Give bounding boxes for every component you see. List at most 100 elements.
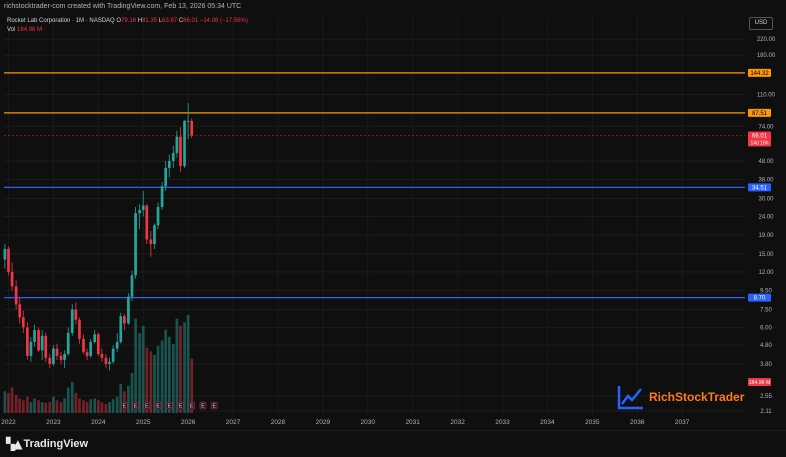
candle-body xyxy=(74,309,78,320)
level-label: 144.32 xyxy=(750,71,769,77)
volume-bar xyxy=(14,394,18,413)
volume-bar xyxy=(82,400,85,413)
volume-bar xyxy=(74,393,78,413)
volume-bar xyxy=(55,400,59,413)
candle-body xyxy=(119,316,123,342)
x-tick-label: 2026 xyxy=(181,419,196,426)
candle-body xyxy=(89,341,93,356)
candle-body xyxy=(153,225,156,245)
volume-bar xyxy=(167,336,171,413)
volume-bar xyxy=(66,387,70,413)
volume-bar xyxy=(183,322,186,413)
y-tick-label: 2.11 xyxy=(760,409,772,415)
y-tick-label: 12.00 xyxy=(758,270,774,276)
y-tick-label: 7.50 xyxy=(760,308,772,314)
y-tick-label: 180.00 xyxy=(757,53,776,59)
y-tick-label: 6.00 xyxy=(760,325,772,331)
y-tick-label: 220.00 xyxy=(757,37,776,43)
symbol-title: Rocket Lab Corporation · 1M · NASDAQ xyxy=(7,18,115,24)
volume-bar xyxy=(179,325,182,413)
candle-body xyxy=(33,330,36,342)
candle-body xyxy=(63,354,66,360)
x-tick-label: 2023 xyxy=(46,419,61,426)
chart-legend: Rocket Lab Corporation · 1M · NASDAQ O79… xyxy=(7,17,248,35)
low-value: 63.87 xyxy=(162,18,178,24)
candle-body xyxy=(7,248,10,272)
candle-body xyxy=(21,317,25,328)
candle-body xyxy=(3,248,7,260)
candle-body xyxy=(111,348,115,362)
watermark-text: RichStockTrader xyxy=(649,390,745,404)
candlestick-chart[interactable]: 2.112.553.804.806.007.509.5012.0015.0019… xyxy=(0,14,786,430)
candle-body xyxy=(44,335,48,358)
volume-bar xyxy=(18,398,22,413)
candle-body xyxy=(179,136,182,167)
candle-body xyxy=(123,316,126,324)
candle-body xyxy=(138,210,141,214)
volume-bar xyxy=(85,402,89,413)
volume-label: Vol xyxy=(7,27,16,33)
candle-body xyxy=(18,304,22,318)
y-tick-label: 74.00 xyxy=(758,124,774,130)
x-tick-label: 2027 xyxy=(226,419,241,426)
volume-bar xyxy=(63,398,66,413)
volume-tag-label: 184.96 M xyxy=(749,380,771,386)
candle-body xyxy=(96,334,100,355)
candle-body xyxy=(14,286,18,305)
chart-credit: richstocktrader-com created with Trading… xyxy=(0,0,786,14)
candle-body xyxy=(141,205,145,211)
candle-body xyxy=(70,309,74,333)
x-tick-label: 2028 xyxy=(271,419,286,426)
chart-area[interactable]: 2.11 2.55 3.80 4.80 6.00 7.50 9.50 12.00 15.00 19… xyxy=(0,14,786,430)
candle-body xyxy=(186,120,190,122)
volume-bar xyxy=(108,402,111,413)
x-tick-label: 2034 xyxy=(540,419,555,426)
tradingview-logo[interactable]: ▚▲ TradingView xyxy=(6,437,88,451)
volume-bar xyxy=(3,391,7,413)
candle-body xyxy=(145,205,149,240)
volume-bar xyxy=(37,400,40,413)
candle-body xyxy=(130,275,134,297)
candle-body xyxy=(167,160,171,168)
volume-bar xyxy=(96,400,100,413)
volume-bar xyxy=(59,402,63,413)
candle-body xyxy=(26,327,29,356)
volume-bar xyxy=(29,402,33,413)
x-tick-label: 2029 xyxy=(316,419,331,426)
level-label: 87.51 xyxy=(752,111,768,117)
volume-bar xyxy=(138,333,141,413)
candle-body xyxy=(175,136,179,154)
footer: ▚▲ TradingView xyxy=(0,430,786,457)
x-tick-label: 2024 xyxy=(91,419,106,426)
volume-bar xyxy=(115,396,119,413)
volume-bar xyxy=(111,399,115,413)
volume-bar xyxy=(127,385,130,413)
x-tick-label: 2035 xyxy=(585,419,600,426)
volume-bar xyxy=(33,398,36,413)
tradingview-brand: TradingView xyxy=(23,438,89,450)
candle-body xyxy=(55,348,59,356)
volume-bar xyxy=(40,402,44,413)
volume-bar xyxy=(186,315,190,413)
y-tick-label: 19.00 xyxy=(758,233,774,239)
open-value: 79.16 xyxy=(121,18,137,24)
x-tick-label: 2036 xyxy=(630,419,645,426)
candle-body xyxy=(149,239,153,245)
candle-body xyxy=(160,186,164,207)
candle-body xyxy=(100,354,104,358)
volume-bar xyxy=(160,340,164,413)
y-tick-label: 15.00 xyxy=(758,252,774,258)
candle-body xyxy=(134,213,137,276)
volume-value: 184.96 M xyxy=(17,27,43,33)
volume-bar xyxy=(78,398,81,413)
currency-button[interactable]: USD xyxy=(749,17,773,30)
change-value: −14.06 (−17.56%) xyxy=(199,18,248,24)
volume-bar xyxy=(70,382,74,413)
volume-bar xyxy=(100,402,104,413)
candle-body xyxy=(104,357,108,364)
candle-body xyxy=(183,120,186,167)
last-price-label: 66.01 xyxy=(752,133,768,139)
candle-body xyxy=(10,271,14,287)
y-tick-label: 30.00 xyxy=(758,197,774,203)
candle-body xyxy=(78,319,81,339)
